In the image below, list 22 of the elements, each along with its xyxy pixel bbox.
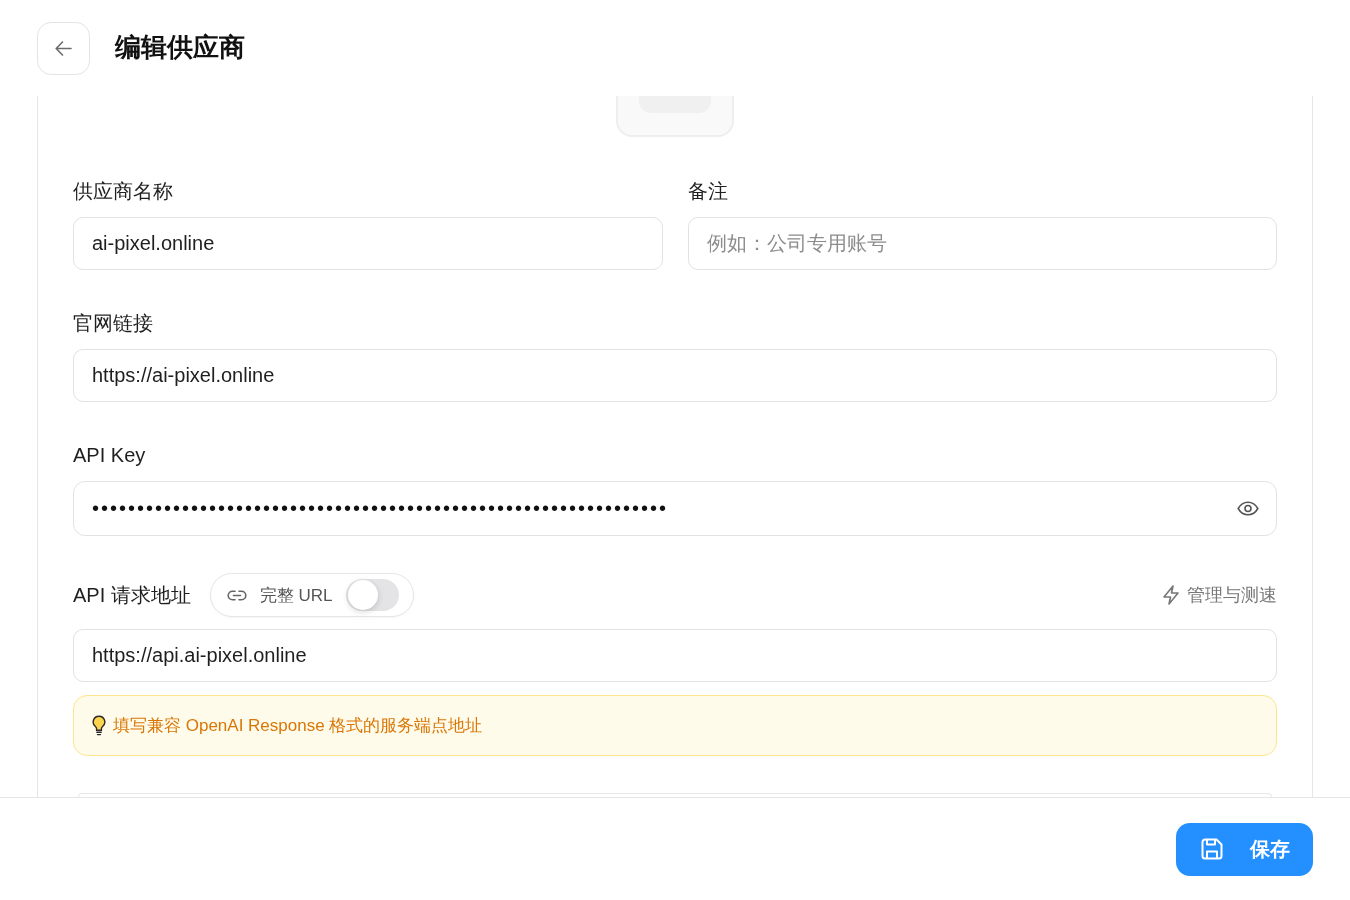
- field-label: 官网链接: [73, 311, 153, 336]
- lightbulb-icon: [92, 715, 106, 736]
- arrow-left-icon: [55, 40, 72, 56]
- lightning-icon: [1162, 585, 1180, 605]
- field-label: API Key: [73, 443, 146, 468]
- full-url-toggle[interactable]: 完整 URL: [209, 573, 414, 617]
- field-label: API 请求地址: [73, 583, 191, 608]
- note-input[interactable]: 例如：公司专用账号: [687, 217, 1277, 270]
- field-label: 备注: [687, 179, 728, 204]
- endpoint-input[interactable]: https://api.ai-pixel.online: [73, 629, 1277, 682]
- save-icon: [1201, 838, 1223, 860]
- hint-text: 填写兼容 OpenAI Response 格式的服务端点地址: [113, 715, 483, 737]
- eye-icon[interactable]: [1237, 501, 1259, 516]
- api-key-input[interactable]: ••••••••••••••••••••••••••••••••••••••••••••••••••••••••••••••••: [73, 481, 1277, 536]
- field-label: 供应商名称: [73, 179, 173, 204]
- website-input[interactable]: https://ai-pixel.online: [73, 349, 1277, 402]
- link-icon: [226, 589, 247, 601]
- toggle-switch[interactable]: [345, 579, 399, 611]
- page-title: 编辑供应商: [115, 32, 245, 64]
- manage-test-link[interactable]: 管理与测速: [1162, 583, 1277, 607]
- name-input[interactable]: ai-pixel.online: [73, 217, 663, 270]
- back-button[interactable]: [37, 21, 90, 75]
